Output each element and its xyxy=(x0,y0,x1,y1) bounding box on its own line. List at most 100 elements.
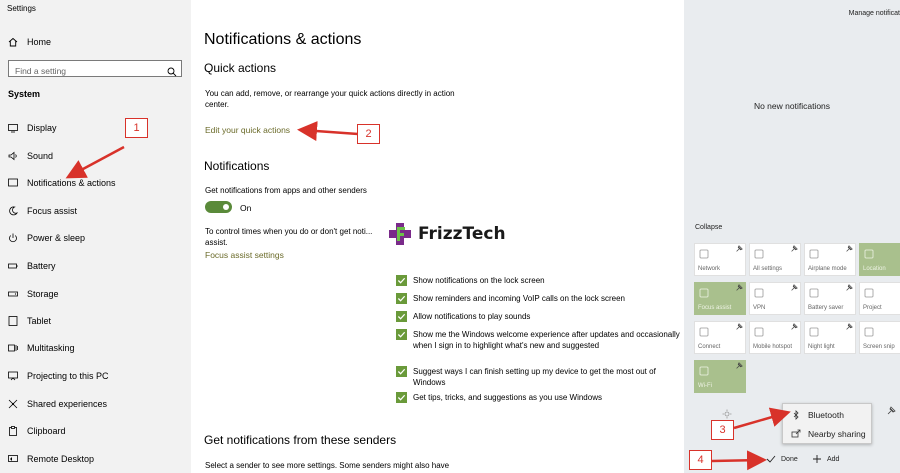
checkbox-label: Get tips, tricks, and suggestions as you… xyxy=(413,393,602,402)
done-label: Done xyxy=(781,455,798,463)
tile-label: Night light xyxy=(808,344,835,350)
quick-action-tile[interactable]: Focus assist xyxy=(694,282,746,315)
edit-quick-actions-link[interactable]: Edit your quick actions xyxy=(205,125,290,135)
quick-action-tile[interactable]: VPN xyxy=(749,282,801,315)
page-title: Notifications & actions xyxy=(204,31,362,48)
quick-action-tile[interactable]: Network xyxy=(694,243,746,276)
sidebar-item-multitasking[interactable]: Multitasking xyxy=(8,341,75,355)
toggle-knob xyxy=(223,204,229,210)
annotation-label-2: 2 xyxy=(357,124,380,144)
sidebar-item-remote-desktop[interactable]: Remote Desktop xyxy=(8,452,94,466)
unpin-icon[interactable] xyxy=(845,323,853,331)
checkbox-row[interactable]: Show notifications on the lock screen xyxy=(396,275,673,286)
checkbox-checked-icon[interactable] xyxy=(396,366,407,377)
manage-notifications-link[interactable]: Manage notificat xyxy=(849,10,900,17)
sidebar-item-label: Projecting to this PC xyxy=(27,371,109,381)
sound-icon xyxy=(8,151,18,161)
annotation-label-4: 4 xyxy=(689,450,712,470)
sidebar-item-shared-experiences[interactable]: Shared experiences xyxy=(8,397,107,411)
checkbox-checked-icon[interactable] xyxy=(396,275,407,286)
quick-action-tile[interactable]: Airplane mode xyxy=(804,243,856,276)
sidebar-item-notifications[interactable]: Notifications & actions xyxy=(8,176,116,190)
checkbox-checked-icon[interactable] xyxy=(396,293,407,304)
multitasking-icon xyxy=(8,343,18,353)
quick-action-tile[interactable]: Project xyxy=(859,282,900,315)
sidebar-item-focus-assist[interactable]: Focus assist xyxy=(8,204,77,218)
unpin-icon[interactable] xyxy=(845,284,853,292)
home-nav-item[interactable]: Home xyxy=(8,35,51,49)
tile-icon xyxy=(754,288,764,298)
tile-label: Wi-Fi xyxy=(698,383,712,389)
home-label: Home xyxy=(27,37,52,47)
unpin-icon[interactable] xyxy=(790,245,798,253)
checkbox-row[interactable]: Show reminders and incoming VoIP calls o… xyxy=(396,293,673,304)
tablet-icon xyxy=(8,316,18,326)
unpin-icon[interactable] xyxy=(790,284,798,292)
focus-assist-settings-link[interactable]: Focus assist settings xyxy=(205,250,284,260)
tile-label: Network xyxy=(698,266,721,272)
unpin-icon[interactable] xyxy=(735,362,743,370)
quick-action-tile[interactable]: All settings xyxy=(749,243,801,276)
tile-icon xyxy=(809,249,819,259)
checkbox-checked-icon[interactable] xyxy=(396,329,407,340)
tile-icon xyxy=(864,327,874,337)
quick-action-tile[interactable]: Mobile hotspot xyxy=(749,321,801,354)
unpin-icon[interactable] xyxy=(735,284,743,292)
sidebar-item-tablet[interactable]: Tablet xyxy=(8,314,51,328)
add-button[interactable]: Add xyxy=(812,454,839,464)
checkbox-label: Show me the Windows welcome experience a… xyxy=(413,330,680,350)
done-button[interactable]: Done xyxy=(766,454,798,464)
unpin-icon[interactable] xyxy=(735,245,743,253)
checkbox-checked-icon[interactable] xyxy=(396,392,407,403)
checkbox-checked-icon[interactable] xyxy=(396,311,407,322)
section-label-system: System xyxy=(8,89,41,99)
projecting-icon xyxy=(8,371,18,381)
quick-action-tile[interactable]: Battery saver xyxy=(804,282,856,315)
sidebar-item-power[interactable]: Power & sleep xyxy=(8,231,85,245)
remote-desktop-icon xyxy=(8,454,18,464)
quick-action-tile[interactable]: Screen snip xyxy=(859,321,900,354)
sidebar-item-display[interactable]: Display xyxy=(8,121,57,135)
sidebar-item-storage[interactable]: Storage xyxy=(8,287,59,301)
checkbox-row[interactable]: Show me the Windows welcome experience a… xyxy=(396,329,683,351)
quick-action-tile[interactable]: Connect xyxy=(694,321,746,354)
bluetooth-icon xyxy=(791,410,801,420)
tile-icon xyxy=(864,288,874,298)
checkbox-row[interactable]: Get tips, tricks, and suggestions as you… xyxy=(396,392,673,403)
quick-action-tile[interactable]: Night light xyxy=(804,321,856,354)
sidebar-item-projecting[interactable]: Projecting to this PC xyxy=(8,369,109,383)
tile-label: Screen snip xyxy=(863,344,895,350)
sidebar-item-sound[interactable]: Sound xyxy=(8,149,53,163)
popup-item-nearby-sharing[interactable]: Nearby sharing xyxy=(783,425,871,443)
quick-action-tile[interactable]: Location xyxy=(859,243,900,276)
quick-action-tile[interactable]: Wi-Fi xyxy=(694,360,746,393)
checkbox-label: Suggest ways I can finish setting up my … xyxy=(413,367,656,387)
sidebar-item-battery[interactable]: Battery xyxy=(8,259,56,273)
tile-icon xyxy=(864,249,874,259)
popup-label: Nearby sharing xyxy=(808,429,866,439)
tile-label: All settings xyxy=(753,266,783,272)
tile-icon xyxy=(699,366,709,376)
tile-icon xyxy=(699,288,709,298)
focus-assist-text: To control times when you do or don't ge… xyxy=(205,227,373,247)
collapse-button[interactable]: Collapse xyxy=(695,224,722,231)
tile-label: Battery saver xyxy=(808,305,844,311)
tile-label: Airplane mode xyxy=(808,266,847,272)
notifications-toggle[interactable] xyxy=(205,201,232,213)
search-input[interactable] xyxy=(9,63,159,79)
unpin-icon[interactable] xyxy=(735,323,743,331)
unpin-icon[interactable] xyxy=(886,406,896,416)
sidebar-item-label: Notifications & actions xyxy=(27,178,116,188)
popup-item-bluetooth[interactable]: Bluetooth xyxy=(783,406,871,424)
annotation-label-1: 1 xyxy=(125,118,148,138)
search-box[interactable] xyxy=(8,60,182,79)
quick-actions-heading: Quick actions xyxy=(204,61,277,75)
add-quick-action-popup: Bluetooth Nearby sharing xyxy=(782,403,872,444)
unpin-icon[interactable] xyxy=(790,323,798,331)
unpin-icon[interactable] xyxy=(845,245,853,253)
checkbox-row[interactable]: Suggest ways I can finish setting up my … xyxy=(396,366,683,388)
search-icon[interactable] xyxy=(167,64,177,82)
sidebar-item-clipboard[interactable]: Clipboard xyxy=(8,424,66,438)
checkbox-row[interactable]: Allow notifications to play sounds xyxy=(396,311,673,322)
nearby-sharing-icon xyxy=(791,429,801,439)
